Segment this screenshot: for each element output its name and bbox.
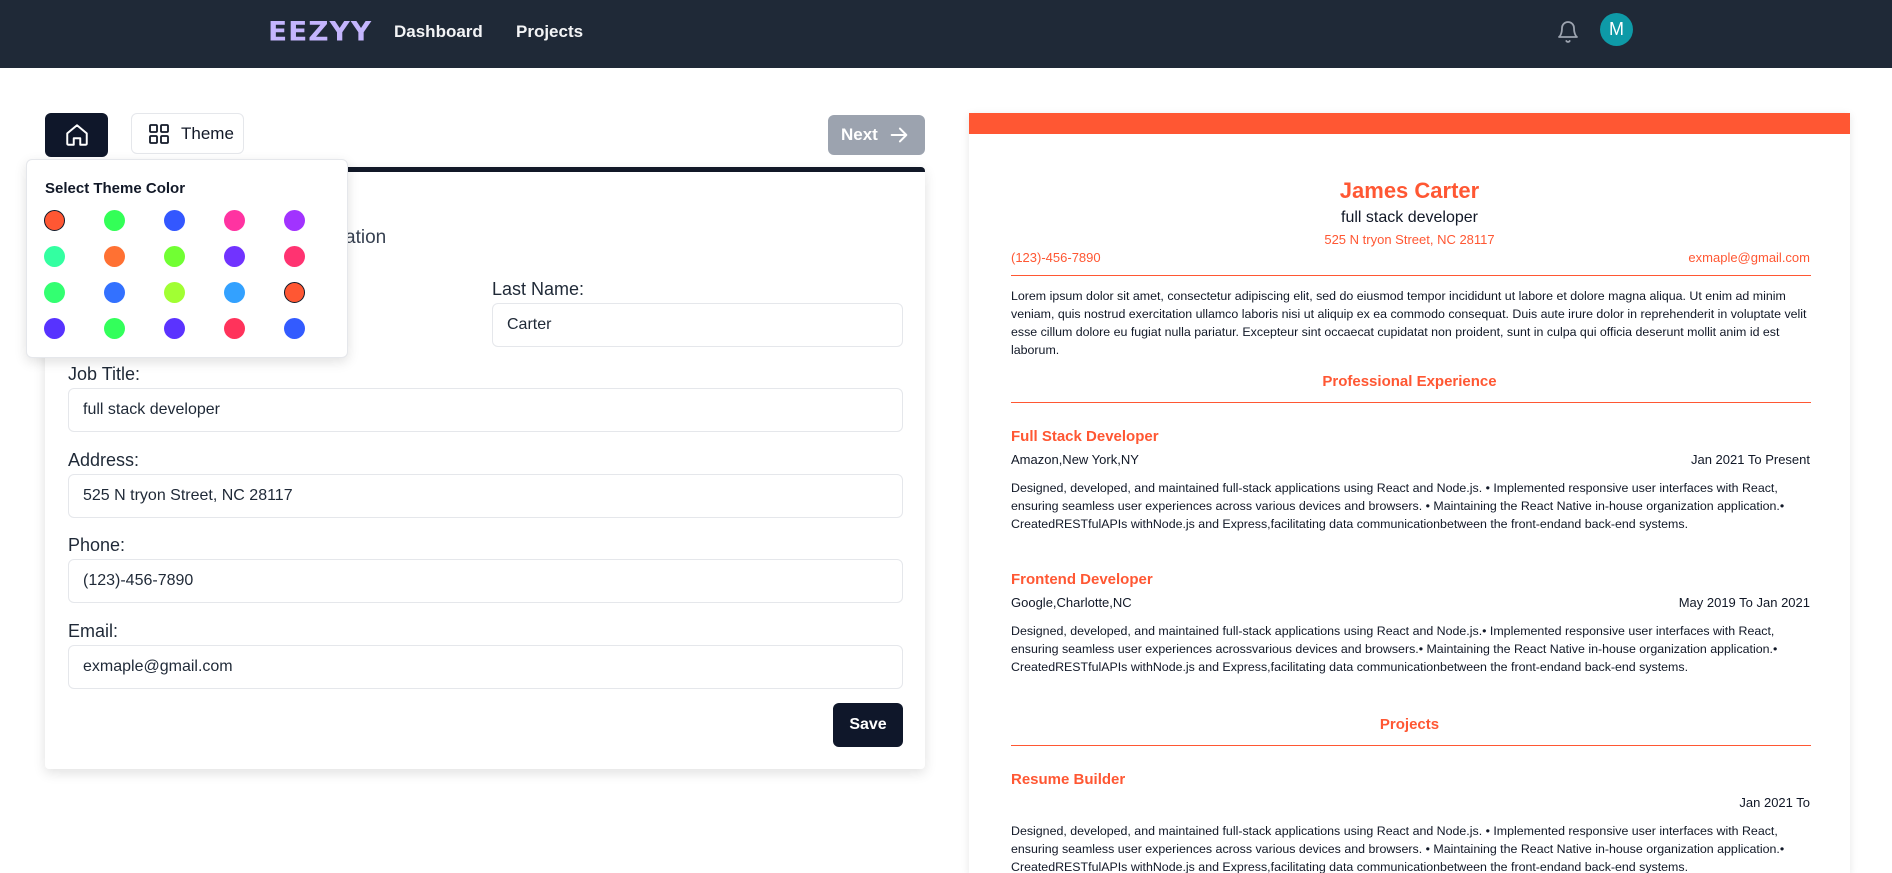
email-input[interactable]	[68, 645, 903, 689]
experience-title: Full Stack Developer	[1011, 428, 1159, 445]
theme-color-swatch[interactable]	[104, 210, 125, 231]
theme-color-swatch[interactable]	[44, 210, 65, 231]
experience-company: Google,Charlotte,NC	[1011, 595, 1132, 610]
arrow-right-icon	[890, 127, 908, 143]
theme-color-swatch[interactable]	[164, 246, 185, 267]
resume-job-title: full stack developer	[1341, 209, 1478, 226]
address-label: Address:	[68, 450, 140, 470]
home-button[interactable]	[45, 113, 108, 157]
theme-button-label: Theme	[181, 123, 234, 143]
theme-color-swatch[interactable]	[224, 246, 245, 267]
address-input[interactable]	[68, 474, 903, 518]
experience-divider	[1011, 402, 1811, 403]
next-button-label: Next	[841, 125, 878, 144]
theme-color-swatch[interactable]	[284, 210, 305, 231]
project-title: Resume Builder	[1011, 771, 1126, 788]
experience-description: Designed, developed, and maintained full…	[1011, 624, 1778, 674]
theme-color-swatch[interactable]	[224, 210, 245, 231]
theme-color-swatch[interactable]	[224, 282, 245, 303]
theme-color-swatch[interactable]	[104, 246, 125, 267]
nav-link-projects[interactable]: Projects	[516, 22, 583, 42]
experience-heading: Professional Experience	[1322, 373, 1497, 390]
theme-button[interactable]: Theme	[131, 113, 244, 154]
last-name-input[interactable]	[492, 303, 903, 347]
resume-preview: James Carter full stack developer 525 N …	[969, 113, 1850, 873]
email-label: Email:	[68, 621, 119, 641]
theme-color-swatch[interactable]	[164, 318, 185, 339]
layout-grid-icon	[149, 123, 169, 144]
user-avatar[interactable]: M	[1600, 13, 1633, 46]
popover-title: Select Theme Color	[45, 180, 186, 197]
projects-heading: Projects	[1379, 716, 1440, 733]
phone-input[interactable]	[68, 559, 903, 603]
theme-color-swatch[interactable]	[44, 246, 65, 267]
nav-link-dashboard[interactable]: Dashboard	[394, 22, 483, 42]
theme-color-swatch[interactable]	[104, 282, 125, 303]
last-name-label: Last Name:	[492, 279, 585, 299]
resume-summary: Lorem ipsum dolor sit amet, consectetur …	[1011, 289, 1807, 357]
job-title-label: Job Title:	[68, 364, 141, 384]
next-button[interactable]: Next	[828, 115, 925, 155]
app-logo[interactable]: EEZYY	[268, 16, 372, 47]
experience-title: Frontend Developer	[1011, 571, 1153, 588]
resume-address: 525 N tryon Street, NC 28117	[1324, 232, 1495, 247]
top-navbar: EEZYY Dashboard Projects M	[0, 0, 1892, 68]
home-icon	[65, 124, 88, 146]
theme-color-swatch[interactable]	[284, 246, 305, 267]
theme-color-swatch[interactable]	[284, 282, 305, 303]
theme-color-swatch[interactable]	[164, 282, 185, 303]
theme-color-popover: Select Theme Color	[26, 159, 348, 358]
experience-dates: May 2019 To Jan 2021	[1678, 595, 1810, 610]
save-button[interactable]: Save	[833, 703, 903, 747]
phone-label: Phone:	[68, 535, 126, 555]
resume-email: exmaple@gmail.com	[1688, 250, 1810, 265]
notification-bell-icon[interactable]	[1556, 20, 1580, 44]
theme-color-swatch[interactable]	[104, 318, 125, 339]
experience-dates: Jan 2021 To Present	[1690, 452, 1810, 467]
project-dates: Jan 2021 To	[1739, 795, 1810, 810]
resume-name: James Carter	[1339, 178, 1480, 203]
experience-company: Amazon,New York,NY	[1011, 452, 1139, 467]
project-description: Designed, developed, and maintained full…	[1011, 824, 1785, 873]
projects-divider	[1011, 745, 1811, 746]
theme-color-swatch[interactable]	[224, 318, 245, 339]
theme-color-swatch[interactable]	[44, 318, 65, 339]
theme-color-swatch[interactable]	[44, 282, 65, 303]
form-subtitle: ation	[345, 227, 387, 248]
theme-color-swatch[interactable]	[284, 318, 305, 339]
job-title-input[interactable]	[68, 388, 903, 432]
theme-color-swatch[interactable]	[164, 210, 185, 231]
experience-description: Designed, developed, and maintained full…	[1011, 481, 1785, 531]
resume-divider	[1011, 275, 1811, 276]
resume-phone: (123)-456-7890	[1011, 250, 1101, 265]
